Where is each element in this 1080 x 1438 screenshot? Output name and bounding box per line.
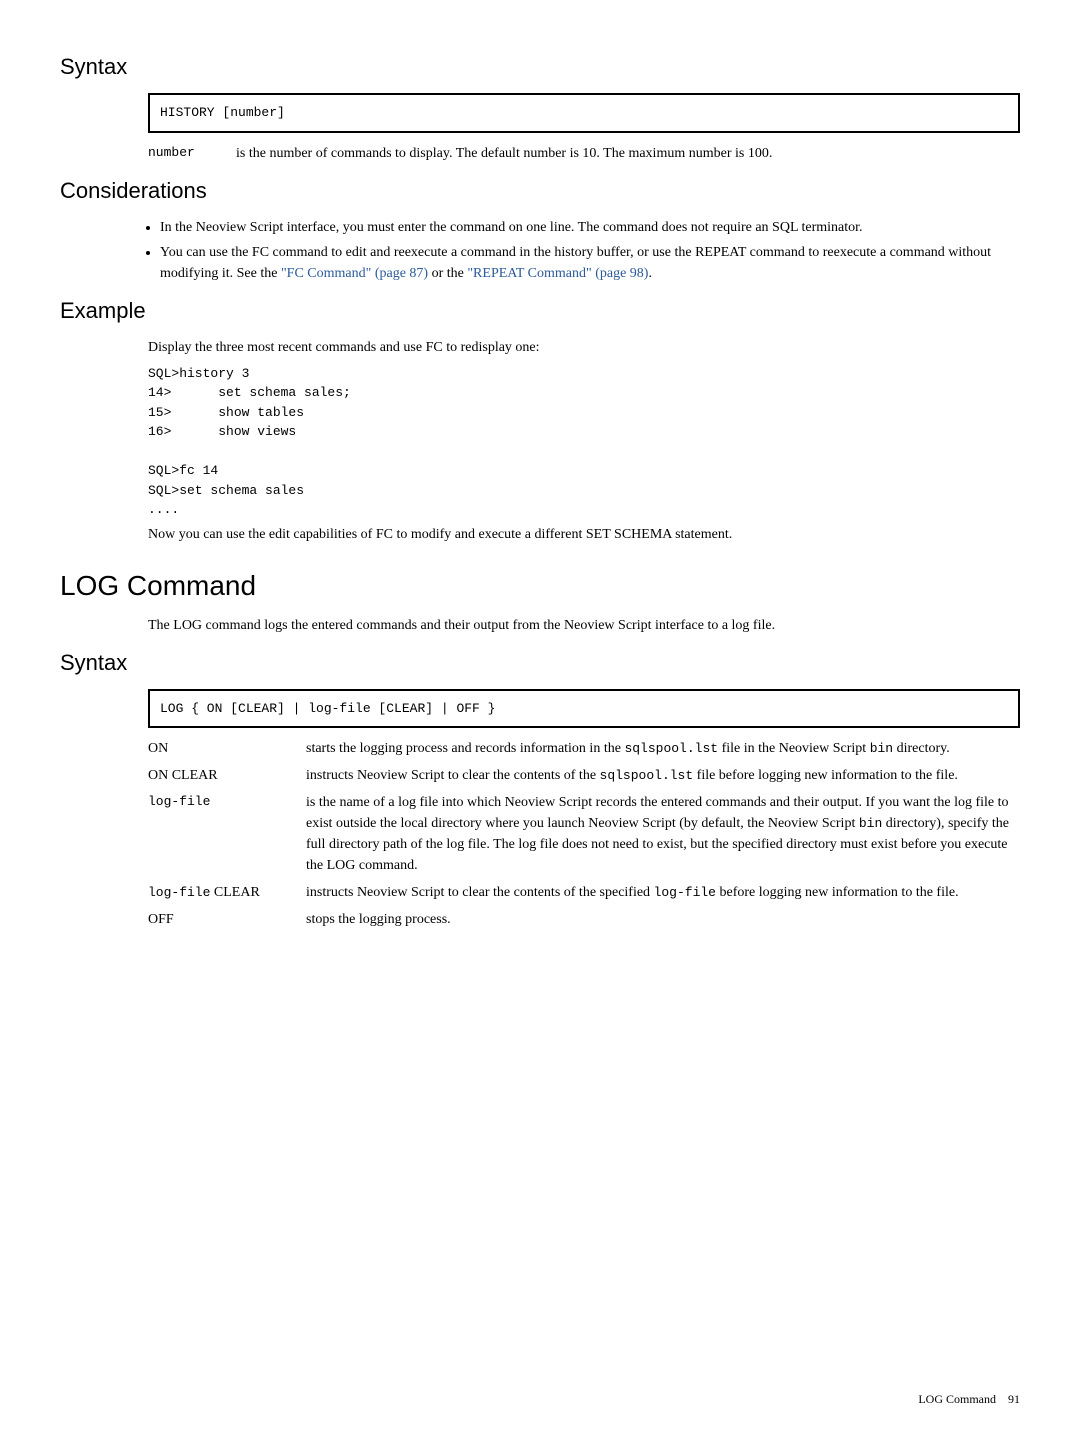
syntax2-heading: Syntax: [60, 646, 1020, 679]
logfileclear-desc-post: before logging new information to the fi…: [716, 885, 959, 900]
log-command-heading: LOG Command: [60, 565, 1020, 607]
example-outro: Now you can use the edit capabilities of…: [148, 524, 1020, 545]
logfileclear-desc-pre: instructs Neoview Script to clear the co…: [306, 885, 654, 900]
logfile-label: log-file: [148, 792, 306, 876]
onclear-desc: instructs Neoview Script to clear the co…: [306, 765, 1020, 786]
consideration-item-1: In the Neoview Script interface, you mus…: [160, 217, 1020, 238]
page-footer: LOG Command 91: [918, 1390, 1020, 1408]
example-heading: Example: [60, 294, 1020, 327]
logfile-desc-mono1: bin: [859, 816, 882, 831]
on-desc-mono1: sqlspool.lst: [624, 741, 718, 756]
logfileclear-label-mono: log-file: [148, 885, 210, 900]
logfileclear-label: log-file CLEAR: [148, 882, 306, 903]
onclear-desc-post: file before logging new information to t…: [693, 768, 958, 783]
logfile-param-row: log-file is the name of a log file into …: [148, 792, 1020, 876]
log-command-intro: The LOG command logs the entered command…: [148, 615, 1020, 636]
repeat-command-link[interactable]: "REPEAT Command" (page 98): [467, 266, 648, 281]
onclear-desc-pre: instructs Neoview Script to clear the co…: [306, 768, 600, 783]
footer-page: 91: [1008, 1392, 1020, 1406]
off-param-row: OFF stops the logging process.: [148, 909, 1020, 930]
log-syntax-box: LOG { ON [CLEAR] | log-file [CLEAR] | OF…: [148, 689, 1020, 729]
consideration-item-2: You can use the FC command to edit and r…: [160, 242, 1020, 284]
on-desc-mid: file in the Neoview Script: [718, 741, 870, 756]
logfileclear-label-plain: CLEAR: [210, 885, 259, 900]
on-desc-mono2: bin: [870, 741, 893, 756]
logfileclear-desc-mono1: log-file: [654, 885, 716, 900]
logfile-desc: is the name of a log file into which Neo…: [306, 792, 1020, 876]
logfileclear-desc: instructs Neoview Script to clear the co…: [306, 882, 1020, 903]
off-label: OFF: [148, 909, 306, 930]
fc-command-link[interactable]: "FC Command" (page 87): [281, 266, 428, 281]
on-desc-pre: starts the logging process and records i…: [306, 741, 624, 756]
number-param-row: number is the number of commands to disp…: [148, 143, 1020, 164]
on-desc-post: directory.: [893, 741, 950, 756]
on-label: ON: [148, 738, 306, 759]
number-param-desc: is the number of commands to display. Th…: [236, 143, 1020, 164]
considerations-heading: Considerations: [60, 174, 1020, 207]
consideration-2-post: .: [648, 266, 652, 281]
syntax-heading: Syntax: [60, 50, 1020, 83]
footer-title: LOG Command: [918, 1392, 996, 1406]
consideration-2-mid: or the: [428, 266, 467, 281]
onclear-desc-mono1: sqlspool.lst: [600, 768, 694, 783]
history-syntax-box: HISTORY [number]: [148, 93, 1020, 133]
on-desc: starts the logging process and records i…: [306, 738, 1020, 759]
onclear-label: ON CLEAR: [148, 765, 306, 786]
number-param-name: number: [148, 143, 236, 164]
example-intro: Display the three most recent commands a…: [148, 337, 1020, 358]
on-param-row: ON starts the logging process and record…: [148, 738, 1020, 759]
off-desc: stops the logging process.: [306, 909, 1020, 930]
example-code: SQL>history 3 14> set schema sales; 15> …: [148, 364, 1020, 520]
logfileclear-param-row: log-file CLEAR instructs Neoview Script …: [148, 882, 1020, 903]
onclear-param-row: ON CLEAR instructs Neoview Script to cle…: [148, 765, 1020, 786]
considerations-list: In the Neoview Script interface, you mus…: [160, 217, 1020, 284]
